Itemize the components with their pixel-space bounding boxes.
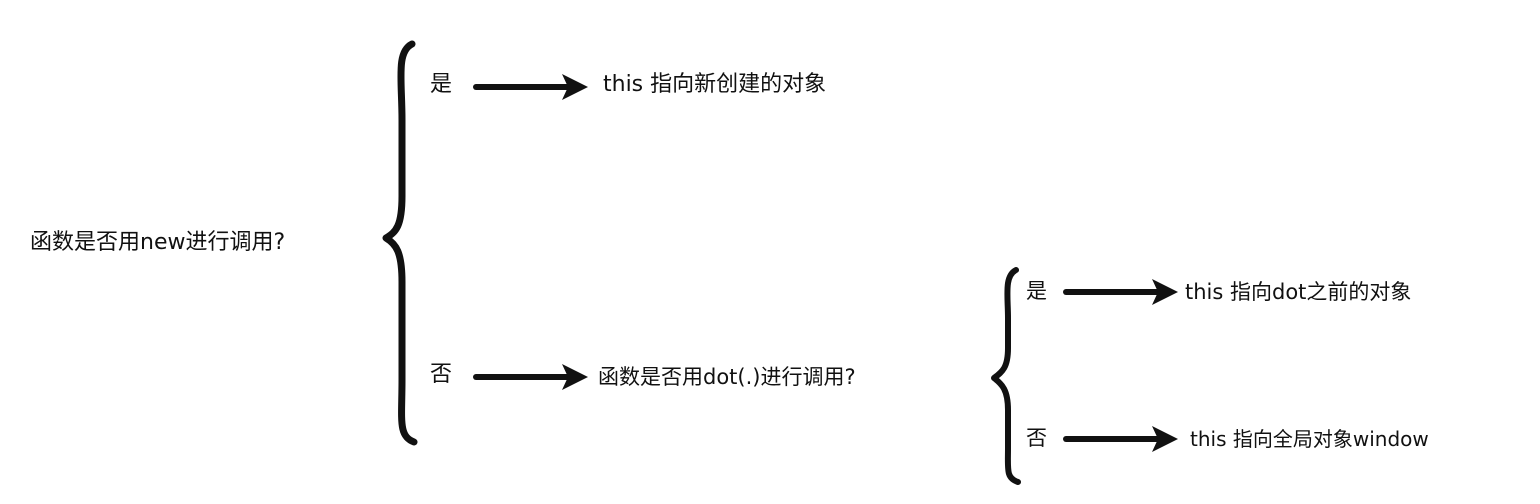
arrow-yes-2 bbox=[1063, 279, 1178, 305]
sub-branch-no-label: 否 bbox=[1026, 426, 1047, 450]
result-new-object: this 指向新创建的对象 bbox=[603, 72, 827, 97]
branch-no-label: 否 bbox=[430, 362, 453, 387]
sub-brace bbox=[991, 267, 1021, 485]
result-global-window: this 指向全局对象window bbox=[1190, 427, 1429, 451]
root-question: 函数是否用new进行调用? bbox=[30, 230, 286, 255]
arrow-yes-1 bbox=[473, 74, 588, 100]
sub-branch-yes-label: 是 bbox=[1026, 279, 1047, 303]
arrow-no-2 bbox=[1063, 426, 1178, 452]
result-dot-object: this 指向dot之前的对象 bbox=[1185, 280, 1412, 304]
arrow-no-1 bbox=[473, 364, 588, 390]
branch-yes-label: 是 bbox=[430, 72, 453, 97]
sub-question: 函数是否用dot(.)进行调用? bbox=[598, 365, 856, 389]
main-brace bbox=[382, 40, 418, 446]
